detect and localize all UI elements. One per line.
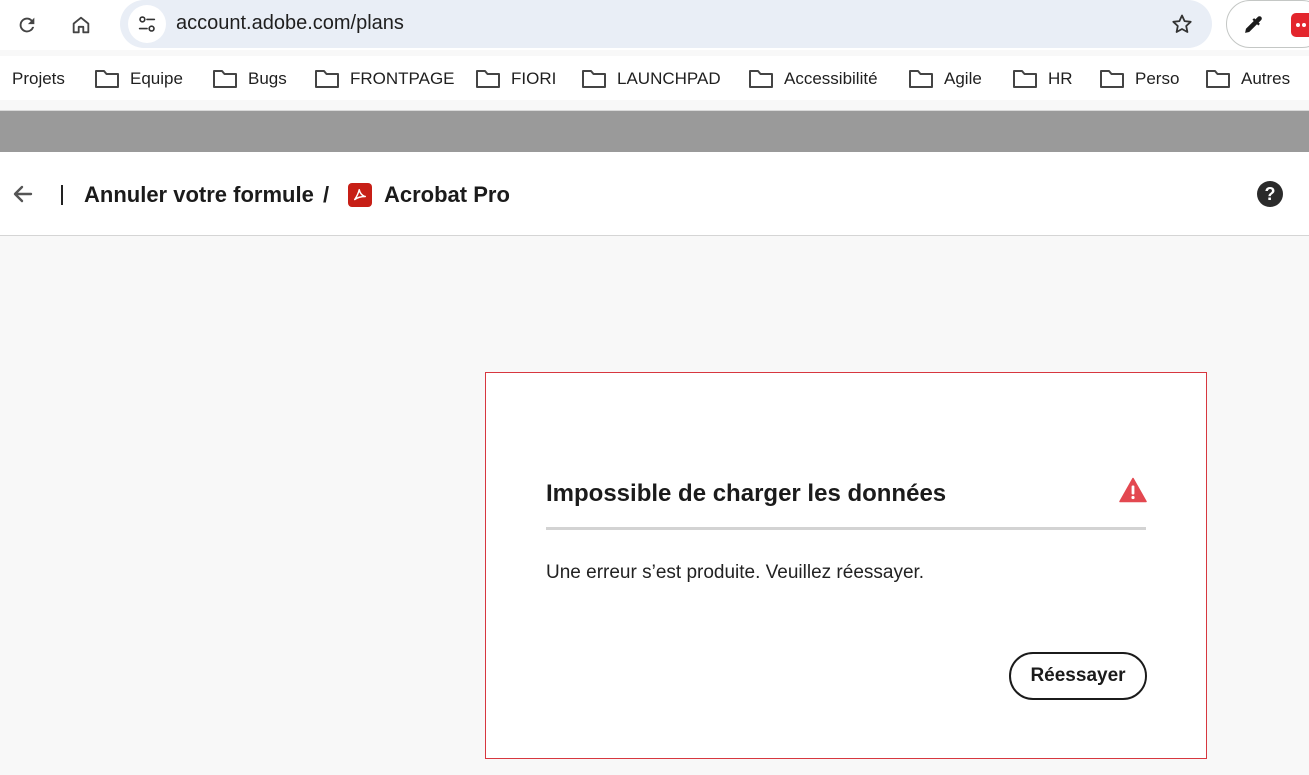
reload-button[interactable] <box>8 6 46 44</box>
folder-icon <box>95 70 119 88</box>
bookmark-folder-equipe[interactable]: Equipe <box>94 67 183 91</box>
bookmark-folder-launchpad[interactable]: LAUNCHPAD <box>581 67 721 91</box>
page-header: Annuler votre formule / Acrobat Pro ? <box>0 152 1309 236</box>
browser-toolbar: account.adobe.com/plans <box>0 0 1309 50</box>
eyedropper-extension-button[interactable] <box>1239 11 1267 39</box>
folder-icon <box>1100 70 1124 88</box>
error-card: Impossible de charger les données Une er… <box>485 372 1207 759</box>
bookmark-star-button[interactable] <box>1166 8 1198 40</box>
bookmark-folder-autres[interactable]: Autres <box>1205 67 1290 91</box>
folder-icon <box>1206 70 1230 88</box>
home-icon <box>72 16 90 34</box>
retry-button[interactable]: Réessayer <box>1009 652 1147 700</box>
tune-icon <box>138 16 156 32</box>
breadcrumb-separator: / <box>323 182 330 207</box>
bookmark-label: FIORI <box>511 69 557 88</box>
bookmark-label: LAUNCHPAD <box>617 69 721 88</box>
bookmark-label: FRONTPAGE <box>350 69 455 88</box>
bookmark-label: Equipe <box>130 69 183 88</box>
bookmark-folder-perso[interactable]: Perso <box>1099 67 1179 91</box>
page-title: Acrobat Pro <box>384 182 510 207</box>
bookmark-folder-accessibilite[interactable]: Accessibilité <box>748 67 878 91</box>
bookmark-folder-agile[interactable]: Agile <box>908 67 982 91</box>
star-icon <box>1172 14 1192 33</box>
back-button[interactable] <box>8 179 38 209</box>
bookmark-label: Bugs <box>248 69 287 88</box>
eyedropper-icon <box>1245 16 1262 33</box>
acrobat-icon <box>348 183 372 207</box>
folder-icon <box>213 70 237 88</box>
folder-icon <box>749 70 773 88</box>
help-glyph: ? <box>1264 183 1276 204</box>
address-bar[interactable]: account.adobe.com/plans <box>120 0 1212 48</box>
alert-triangle-icon <box>1119 477 1147 503</box>
extensions-area <box>1226 0 1309 48</box>
url-text[interactable]: account.adobe.com/plans <box>176 12 404 35</box>
home-button[interactable] <box>62 6 100 44</box>
bookmarks-bar: Projets Equipe Bugs FRONTPAGE FIORI LAUN… <box>0 56 1309 100</box>
bookmark-label: Perso <box>1135 69 1180 88</box>
bookmark-projets[interactable]: Projets <box>12 67 65 91</box>
folder-icon <box>476 70 500 88</box>
bookmark-folder-frontpage[interactable]: FRONTPAGE <box>314 67 455 91</box>
red-extension-icon[interactable] <box>1291 13 1309 37</box>
bookmark-folder-bugs[interactable]: Bugs <box>212 67 287 91</box>
folder-icon <box>315 70 339 88</box>
site-settings-button[interactable] <box>128 5 166 43</box>
error-divider <box>546 527 1146 530</box>
reload-icon <box>19 17 35 33</box>
bookmark-folder-hr[interactable]: HR <box>1012 67 1073 91</box>
arrow-left-icon <box>13 185 33 203</box>
bookmark-label: Agile <box>944 69 982 88</box>
bookmark-label: HR <box>1048 69 1073 88</box>
bookmark-label: Accessibilité <box>784 69 878 88</box>
error-message: Une erreur s’est produite. Veuillez rées… <box>546 562 925 583</box>
overlay-band <box>0 111 1309 152</box>
folder-icon <box>582 70 606 88</box>
help-icon[interactable]: ? <box>1257 181 1283 207</box>
bookmark-folder-fiori[interactable]: FIORI <box>475 67 556 91</box>
folder-icon <box>909 70 933 88</box>
error-title: Impossible de charger les données <box>546 480 947 507</box>
bookmark-label: Autres <box>1241 69 1291 88</box>
bookmark-label: Projets <box>12 69 65 88</box>
header-divider <box>61 185 63 205</box>
folder-icon <box>1013 70 1037 88</box>
breadcrumb-cancel-plan[interactable]: Annuler votre formule <box>84 182 314 208</box>
